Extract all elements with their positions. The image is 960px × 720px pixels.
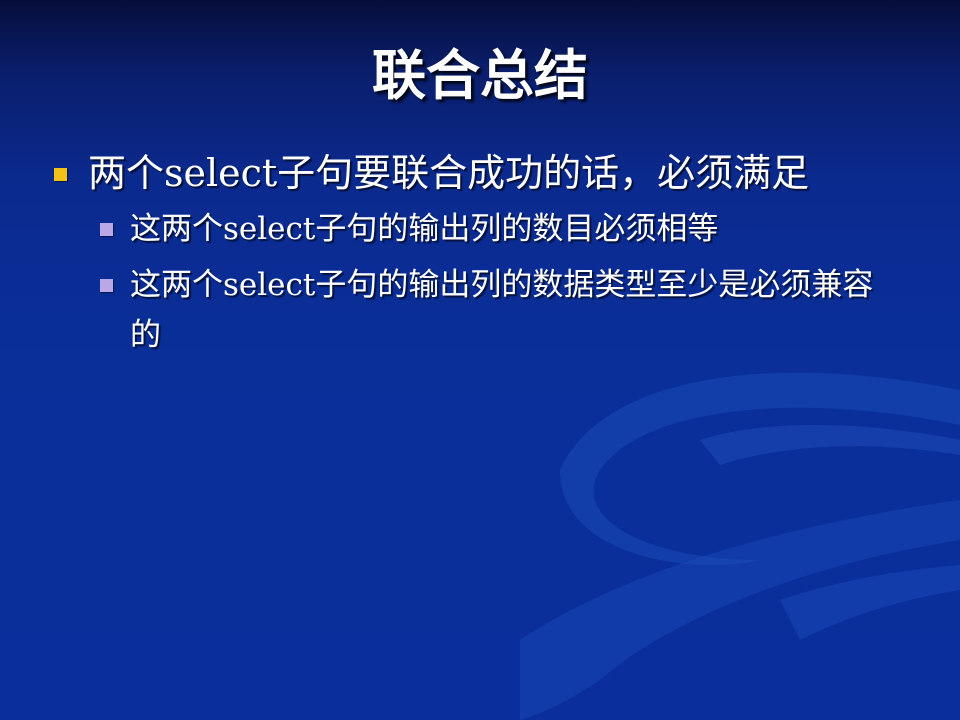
swirl-band-4 — [780, 565, 960, 640]
swirl-band-2 — [520, 500, 960, 720]
sub-bullet-text: 这两个select子句的输出列的数据类型至少是必须兼容的 — [130, 267, 874, 353]
slide: 联合总结 两个select子句要联合成功的话，必须满足 这两个select子句的… — [0, 0, 960, 720]
square-sub-bullet-icon — [100, 279, 113, 292]
sub-bullet-item: 这两个select子句的输出列的数目必须相等 — [0, 204, 960, 254]
square-bullet-icon — [54, 168, 67, 181]
bullet-text: 两个select子句要联合成功的话，必须满足 — [88, 151, 810, 195]
swirl-band-3 — [700, 425, 960, 465]
slide-content: 两个select子句要联合成功的话，必须满足 这两个select子句的输出列的数… — [0, 148, 960, 360]
square-sub-bullet-icon — [100, 223, 113, 236]
sub-bullet-item: 这两个select子句的输出列的数据类型至少是必须兼容的 — [0, 260, 960, 360]
bullet-item-level1: 两个select子句要联合成功的话，必须满足 — [0, 148, 960, 198]
sub-bullet-text: 这两个select子句的输出列的数目必须相等 — [130, 211, 719, 247]
slide-title: 联合总结 — [372, 43, 588, 107]
